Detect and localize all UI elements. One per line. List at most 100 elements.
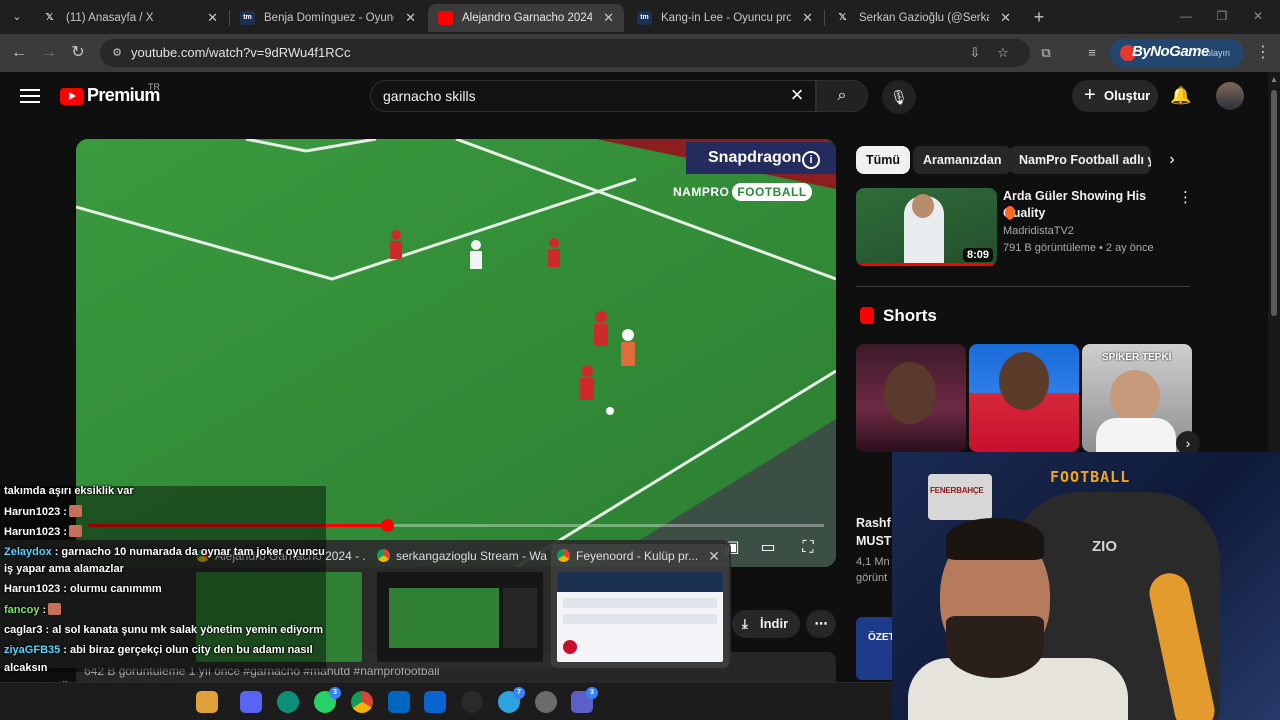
download-button[interactable]: ⤓ İndir [732,610,800,638]
task-app-icon[interactable] [196,691,218,713]
theater-mode-icon[interactable]: ▭ [756,537,780,559]
media-controls-icon[interactable]: ≡ [1082,43,1102,63]
more-actions-icon[interactable]: ⋯ [806,610,836,638]
search-icon: ⌕ [837,87,847,104]
recommended-channel[interactable]: MadridistaTV2 [1003,225,1074,237]
tab-title: Serkan Gazioğlu (@SerkanGazi [859,12,989,24]
chat-username: Harun1023 [4,583,61,595]
edge-icon[interactable] [277,691,299,713]
hamburger-menu-icon[interactable] [20,86,40,104]
tab-youtube-garnacho[interactable]: Alejandro Garnacho 2024 - ✕ [428,4,624,32]
short-card-3[interactable]: SPİKER TEPKİ [1082,344,1192,452]
obs-icon[interactable] [461,691,483,713]
short-card-1[interactable] [856,344,966,452]
chat-text: : [63,506,67,518]
forward-arrow-icon[interactable]: → [38,42,60,64]
url-text: youtube.com/watch?v=9dRWu4f1RCc [131,45,351,60]
x-logo-icon: 𝕏 [838,12,847,23]
short-figure [1110,370,1160,422]
discord-icon[interactable] [240,691,262,713]
chip-channel[interactable]: NamPro Football adlı yük [1009,146,1151,174]
tab-close-icon[interactable]: ✕ [405,4,416,32]
bookmark-star-icon[interactable]: ☆ [994,44,1012,62]
preview-window-stream[interactable]: serkangazioglu Stream - Wa... [377,546,547,664]
tab-title: Alejandro Garnacho 2024 - [462,12,592,24]
short-card-2[interactable] [969,344,1079,452]
browser-menu-icon[interactable]: ⋮ [1254,42,1272,64]
notifications-bell-icon[interactable]: 🔔 [1170,84,1192,108]
short-figure [999,352,1049,410]
progress-scrubber[interactable] [380,519,394,532]
reload-icon[interactable]: ↻ [67,42,89,64]
preview-close-icon[interactable]: ✕ [707,546,721,566]
store-icon[interactable] [388,691,410,713]
preview-thumbnail [557,572,723,662]
whatsapp-icon[interactable]: 3 [314,687,341,713]
info-icon[interactable]: i [802,151,820,169]
chrome-taskbar-icon[interactable] [351,691,373,713]
account-avatar[interactable] [1216,82,1244,110]
chip-from-search[interactable]: Aramanızdan [913,146,1012,174]
chat-message: ziyaGFB35: abi biraz gerçekçi olun city … [4,644,313,656]
tab-twitter-home[interactable]: 𝕏 (11) Anasayfa / X ✕ [32,4,228,32]
tab-search-icon[interactable]: ⌄ [6,7,28,27]
more-options-icon[interactable]: ⋮ [1178,190,1193,208]
clear-search-icon[interactable]: × [785,84,809,108]
outlook-icon[interactable] [424,691,446,713]
microphone-icon: 🎙 [890,89,908,105]
next-card[interactable]: ÖZET [856,617,896,680]
tab-close-icon[interactable]: ✕ [1000,4,1011,32]
browser-toolbar: ← → ↻ ⚙ youtube.com/watch?v=9dRWu4f1RCc … [0,34,1280,72]
short-caption[interactable]: Rashf [856,516,891,530]
preview-row [563,598,717,608]
telegram-icon[interactable]: 7 [498,687,525,713]
video-duration: 8:09 [962,248,993,262]
recommended-video[interactable]: 8:09 Arda Güler Showing His Quality Madr… [856,188,1196,268]
close-window-icon[interactable]: ✕ [1238,4,1278,28]
streamer-hair [946,518,1044,560]
restore-icon[interactable]: ❐ [1202,4,1242,28]
address-bar[interactable]: ⚙ youtube.com/watch?v=9dRWu4f1RCc ⇩ ☆ [100,39,1030,67]
windows-taskbar: 3 7 3 [0,682,892,720]
preview-window-feyenoord[interactable]: Feyenoord - Kulüp pr... ✕ [557,546,727,664]
download-label: İndir [760,616,789,631]
bynogame-extension-button[interactable]: ByNoGame ulayın [1110,39,1244,67]
preview-site-header [557,572,723,592]
channel-watermark: NAMPRO FOOTBALL [673,183,812,201]
short-badge: SPİKER TEPKİ [1102,352,1172,363]
tab-close-icon[interactable]: ✕ [802,4,813,32]
chat-message: takımda aşırı eksiklik var [4,485,134,497]
extensions-icon[interactable]: ⧉ [1036,43,1056,63]
tab-close-icon[interactable]: ✕ [207,4,218,32]
site-info-icon[interactable]: ⚙ [108,44,126,62]
chat-message: iş yapar ama alamazlar [4,563,124,575]
chip-all[interactable]: Tümü [856,146,911,174]
new-tab-button[interactable]: + [1028,6,1050,28]
fullscreen-icon[interactable]: ⛶ [796,537,820,559]
create-button[interactable]: Oluştur [1072,79,1158,112]
chat-message: alcaksın [4,662,47,674]
chevron-right-icon[interactable]: › [1163,151,1181,169]
install-app-icon[interactable]: ⇩ [966,44,984,62]
tab-twitter-serkan[interactable]: 𝕏 Serkan Gazioğlu (@SerkanGazi ✕ [825,4,1021,32]
thumb-figure-head [912,194,934,218]
youtube-logo-icon[interactable] [60,88,84,105]
tab-transfermarkt-dominguez[interactable]: tm Benja Domínguez - Oyuncu pr ✕ [230,4,426,32]
recommended-title[interactable]: Arda Güler Showing His Quality [1003,188,1175,222]
chat-username: caglar3 [4,624,43,636]
scroll-up-icon[interactable]: ▲ [1268,74,1280,86]
short-caption-line2[interactable]: MUST [856,534,891,548]
settings-gear-icon[interactable] [535,691,557,713]
recommended-thumbnail[interactable]: 8:09 [856,188,997,266]
chat-username: fancoy [4,604,40,616]
search-input[interactable]: garnacho skills × [370,80,816,112]
scroll-thumb[interactable] [1271,90,1277,316]
teams-icon[interactable]: 3 [571,687,598,713]
tab-close-icon[interactable]: ✕ [603,4,614,32]
back-arrow-icon[interactable]: ← [8,42,30,64]
shorts-icon [860,307,874,324]
tab-transfermarkt-kangin[interactable]: tm Kang-in Lee - Oyuncu profili 25 ✕ [627,4,823,32]
search-button[interactable]: ⌕ [816,80,868,112]
minimize-icon[interactable]: — [1166,4,1206,28]
voice-search-button[interactable]: 🎙 [882,80,916,114]
